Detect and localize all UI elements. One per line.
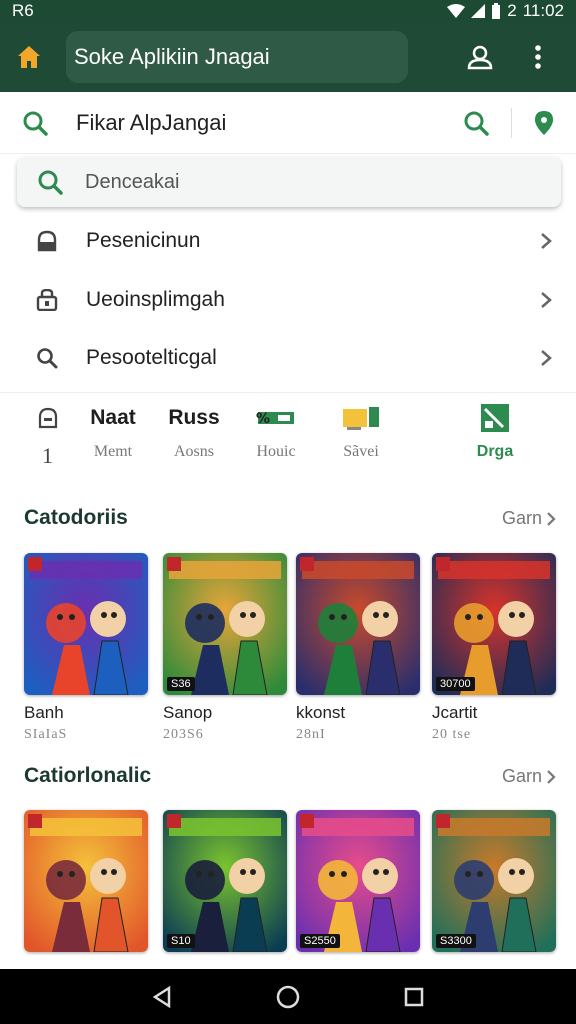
game-card[interactable] — [24, 810, 148, 952]
chevron-right-icon — [541, 291, 552, 308]
home-icon — [18, 46, 40, 68]
quick-actions-row: 1 Naat Memt Russ Aosns % Houic Sãvei Drg… — [0, 392, 576, 476]
app-search-bar[interactable]: Soke Aplikiin Jnagai — [66, 31, 408, 83]
game-card[interactable]: S2550 — [296, 810, 420, 952]
back-icon[interactable] — [151, 985, 173, 1009]
chevron-right-icon — [541, 233, 552, 250]
chevron-right-icon — [541, 350, 552, 367]
menu-item-label: Ueoinsplimgah — [86, 287, 225, 311]
system-nav-bar — [0, 969, 576, 1024]
quick-item-title: Russ — [168, 406, 220, 429]
game-thumbnail[interactable]: S36 — [163, 553, 287, 695]
game-card[interactable]: kkonst 28nI — [296, 553, 420, 743]
game-badge: S3300 — [436, 934, 476, 948]
quick-item-savei[interactable]: Sãvei — [316, 393, 406, 461]
game-meta: 28nI — [296, 727, 326, 742]
gift-icon — [343, 407, 379, 430]
app-search-text: Soke Aplikiin Jnagai — [74, 44, 270, 69]
status-time: 11:02 — [522, 1, 564, 20]
quick-item-subtitle: Aosns — [173, 443, 214, 460]
game-name: kkonst — [296, 703, 346, 722]
more-button[interactable] — [522, 41, 554, 73]
game-meta: SIaIaS — [24, 727, 68, 742]
game-card[interactable]: S10 — [163, 810, 287, 952]
home-button[interactable] — [10, 38, 48, 76]
ticket-icon: % — [256, 411, 294, 427]
game-thumbnail[interactable]: S10 — [163, 810, 287, 952]
game-thumbnail[interactable] — [296, 553, 420, 695]
menu-item-1[interactable]: Pesenicinun — [0, 212, 576, 271]
menu-item-label: Pesenicinun — [86, 229, 201, 253]
game-badge: S36 — [167, 677, 195, 691]
search-field[interactable] — [17, 157, 561, 207]
wifi-icon — [447, 4, 466, 18]
search-icon — [38, 170, 63, 195]
search-icon — [23, 111, 48, 136]
signal-icon — [471, 4, 486, 18]
game-thumbnail[interactable] — [24, 553, 148, 695]
quick-item-subtitle: Houic — [256, 443, 296, 460]
quick-item-drga[interactable]: Drga — [450, 393, 540, 461]
game-thumbnail[interactable]: S3300 — [432, 810, 556, 952]
game-card[interactable]: Banh SIaIaS — [24, 553, 148, 743]
game-name: Sanop — [163, 703, 213, 722]
game-card[interactable]: 30700 Jcartit 20 tse — [432, 553, 556, 743]
chevron-right-icon — [547, 511, 556, 526]
game-badge: S2550 — [300, 934, 340, 948]
search-input[interactable] — [85, 170, 485, 194]
divider — [511, 107, 512, 138]
quick-item-naat[interactable]: Naat Memt — [68, 393, 158, 461]
status-bar: R6 2 11:02 — [0, 0, 576, 22]
search-header-row[interactable]: Fikar AlpJangai — [0, 92, 576, 154]
menu-item-label: Pesootelticgal — [86, 346, 217, 370]
lock-icon — [38, 407, 58, 429]
location-pin-icon[interactable] — [534, 110, 554, 136]
section-title: Catodoriis — [24, 506, 128, 529]
signal-label: 2 — [507, 1, 517, 20]
section-more-link[interactable]: Garn — [502, 766, 556, 787]
quick-item-subtitle: Drga — [476, 443, 514, 460]
svg-text:%: % — [256, 411, 270, 427]
recents-icon[interactable] — [403, 986, 425, 1008]
lock-alt-icon — [36, 288, 58, 311]
game-meta: 20 tse — [432, 727, 472, 742]
game-name: Banh — [24, 703, 64, 722]
lock-icon — [37, 231, 57, 252]
home-circle-icon[interactable] — [275, 984, 301, 1010]
battery-icon — [492, 3, 501, 19]
game-thumbnail[interactable]: 30700 — [432, 553, 556, 695]
section-more-link[interactable]: Garn — [502, 508, 556, 529]
status-left-text: R6 — [12, 1, 34, 20]
account-button[interactable] — [464, 41, 496, 73]
search-header-label: Fikar AlpJangai — [76, 109, 227, 135]
game-thumbnail[interactable]: S2550 — [296, 810, 420, 952]
menu-item-3[interactable]: Pesootelticgal — [0, 329, 576, 388]
search-icon — [37, 348, 58, 369]
game-badge: 30700 — [436, 677, 475, 691]
user-icon — [467, 45, 493, 70]
game-card[interactable]: S36 Sanop 203S6 — [163, 553, 287, 743]
search-icon[interactable] — [463, 110, 489, 136]
chart-icon — [481, 404, 509, 432]
game-card[interactable]: S3300 — [432, 810, 556, 952]
menu-item-2[interactable]: Ueoinsplimgah — [0, 271, 576, 330]
more-vert-icon — [535, 45, 541, 69]
game-thumbnail[interactable] — [24, 810, 148, 952]
quick-item-subtitle: Sãvei — [343, 443, 379, 460]
chevron-right-icon — [547, 769, 556, 784]
app-bar: Soke Aplikiin Jnagai — [0, 22, 576, 92]
quick-item-subtitle: Memt — [93, 443, 133, 460]
quick-item-houic[interactable]: % Houic — [231, 393, 321, 461]
game-name: Jcartit — [432, 703, 478, 722]
section-title: Catiorlonalic — [24, 764, 152, 787]
quick-item-russ[interactable]: Russ Aosns — [149, 393, 239, 461]
game-badge: S10 — [167, 934, 195, 948]
quick-item-title: Naat — [90, 406, 136, 429]
game-meta: 203S6 — [163, 727, 204, 742]
menu-list: Pesenicinun Ueoinsplimgah Pesootelticgal — [0, 212, 576, 388]
